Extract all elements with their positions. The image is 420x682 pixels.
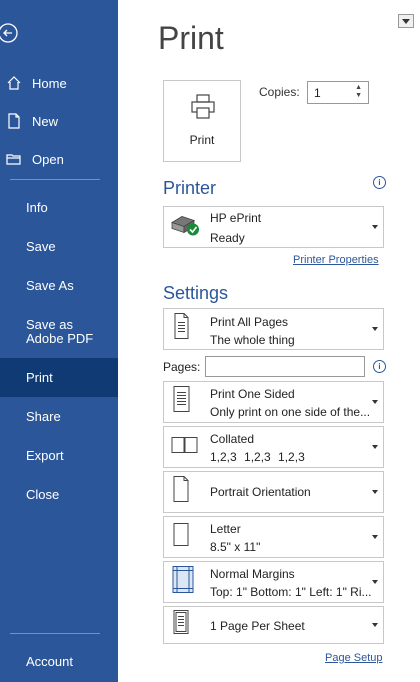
new-document-icon (6, 113, 22, 129)
nav-print-label: Print (26, 369, 53, 385)
chevron-down-icon (372, 490, 378, 494)
nav-save-as-adobe-pdf-label: Save as Adobe PDF (26, 316, 94, 346)
paper-size-icon (170, 520, 192, 555)
folder-icon (6, 151, 22, 167)
nav-export-label: Export (26, 447, 64, 463)
print-range-dropdown[interactable]: Print All Pages The whole thing (163, 308, 384, 350)
margins-icon (170, 565, 196, 600)
nav-export[interactable]: Export (0, 436, 118, 475)
chevron-down-icon (372, 400, 378, 404)
printer-info-icon[interactable]: i (373, 176, 386, 189)
print-button-label: Print (189, 133, 215, 147)
collation-dropdown[interactable]: Collated 1,2,3 1,2,3 1,2,3 (163, 426, 384, 468)
pages-label: Pages: (163, 360, 201, 374)
portrait-icon (170, 475, 192, 510)
paper-size-title: Letter (210, 522, 241, 536)
printer-heading: Printer (163, 178, 217, 198)
chevron-down-icon (372, 623, 378, 627)
printer-properties-link[interactable]: Printer Properties (293, 254, 379, 266)
nav-top: Home New Open (0, 64, 118, 178)
nav-close-label: Close (26, 486, 60, 502)
pages-per-sheet-dropdown[interactable]: 1 Page Per Sheet (163, 606, 384, 644)
collated-icon (170, 435, 200, 460)
nav-info[interactable]: Info (0, 188, 118, 227)
chevron-down-icon (372, 225, 378, 229)
printer-dropdown[interactable]: HP ePrint Ready (163, 206, 384, 248)
nav-info-label: Info (26, 199, 48, 215)
margins-desc: Top: 1" Bottom: 1" Left: 1" Ri... (210, 585, 372, 599)
nav-account[interactable]: Account (26, 654, 73, 669)
settings-heading: Settings (163, 283, 229, 303)
collation-desc: 1,2,3 1,2,3 1,2,3 (210, 450, 305, 464)
nav-save-as-adobe-pdf[interactable]: Save as Adobe PDF (0, 305, 118, 358)
home-icon (6, 75, 22, 91)
nav-mid: Info Save Save As Save as Adobe PDF Prin… (0, 188, 118, 514)
pages-input[interactable] (205, 356, 365, 377)
page-title: Print (158, 20, 224, 56)
printer-name: HP ePrint (210, 211, 262, 225)
one-sided-icon (170, 385, 192, 420)
print-range-title: Print All Pages (210, 315, 289, 329)
backstage-sidebar: Home New Open Info Save Save As Save as … (0, 0, 118, 682)
chevron-down-icon (372, 535, 378, 539)
printer-icon (191, 94, 215, 119)
pages-per-sheet-icon (170, 609, 192, 642)
nav-save-as-label: Save As (26, 277, 74, 293)
pages-icon (170, 312, 192, 347)
back-arrow-icon[interactable] (0, 22, 22, 44)
collation-title: Collated (210, 432, 255, 446)
nav-home[interactable]: Home (0, 64, 118, 102)
nav-print[interactable]: Print (0, 358, 118, 397)
nav-save-as[interactable]: Save As (0, 266, 118, 305)
page-setup-link[interactable]: Page Setup (325, 652, 383, 664)
nav-open[interactable]: Open (0, 140, 118, 178)
print-pane: Print Print Copies: 1 ▲ ▼ Printer i HP eP… (118, 0, 420, 682)
margins-dropdown[interactable]: Normal Margins Top: 1" Bottom: 1" Left: … (163, 561, 384, 603)
nav-home-label: Home (32, 75, 67, 91)
copies-spinner[interactable]: 1 ▲ ▼ (307, 81, 369, 104)
chevron-down-icon (372, 445, 378, 449)
print-button[interactable]: Print (163, 80, 241, 162)
print-range-desc: The whole thing (210, 333, 295, 347)
nav-new[interactable]: New (0, 102, 118, 140)
sidebar-divider (10, 179, 100, 180)
nav-open-label: Open (32, 151, 64, 167)
options-dropdown-icon[interactable] (398, 14, 414, 28)
nav-close[interactable]: Close (0, 475, 118, 514)
orientation-dropdown[interactable]: Portrait Orientation (163, 471, 384, 513)
sides-title: Print One Sided (210, 387, 295, 401)
copies-label: Copies: (259, 85, 300, 99)
sides-desc: Only print on one side of the... (210, 405, 371, 419)
sidebar-divider-bottom (10, 633, 100, 634)
sides-dropdown[interactable]: Print One Sided Only print on one side o… (163, 381, 384, 423)
nav-share-label: Share (26, 408, 61, 424)
pages-info-icon[interactable]: i (373, 360, 386, 373)
margins-title: Normal Margins (210, 567, 295, 581)
paper-size-dropdown[interactable]: Letter 8.5" x 11" (163, 516, 384, 558)
nav-share[interactable]: Share (0, 397, 118, 436)
printer-status: Ready (210, 231, 245, 245)
spinner-arrows-icon[interactable]: ▲ ▼ (355, 84, 362, 100)
printer-ready-icon (170, 213, 202, 242)
pages-per-sheet-title: 1 Page Per Sheet (210, 619, 305, 633)
nav-save[interactable]: Save (0, 227, 118, 266)
orientation-title: Portrait Orientation (210, 485, 311, 499)
copies-value: 1 (314, 86, 321, 100)
nav-new-label: New (32, 113, 59, 129)
nav-save-label: Save (26, 238, 56, 254)
chevron-down-icon (372, 327, 378, 331)
chevron-down-icon (372, 580, 378, 584)
paper-size-desc: 8.5" x 11" (210, 540, 261, 554)
